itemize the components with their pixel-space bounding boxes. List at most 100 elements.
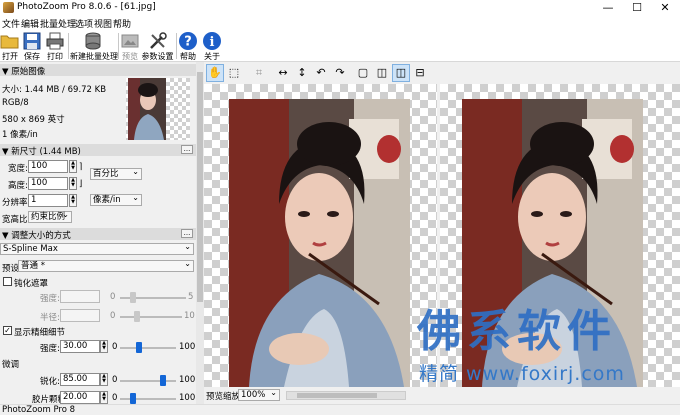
main-toolbar: 打开 保存 打印 新建批量处理 预览 参数设置 ? 帮助 i 关于	[0, 30, 680, 62]
menu-view[interactable]: 视图	[94, 17, 112, 30]
unsharp-strength-min: 0	[110, 292, 116, 302]
save-label: 保存	[24, 52, 40, 61]
film-grain-max: 100	[179, 393, 196, 403]
open-button[interactable]: 打开	[0, 30, 20, 62]
about-button[interactable]: i 关于	[202, 30, 222, 62]
preset-select[interactable]: 普通 *	[18, 259, 194, 272]
batch-stack-icon	[85, 32, 101, 50]
fine-detail-checkbox[interactable]: ✓	[3, 326, 12, 335]
unsharp-strength-input[interactable]	[60, 290, 100, 303]
film-grain-spinner[interactable]: ▲ ▼	[100, 391, 108, 404]
status-text: PhotoZoom Pro 8	[2, 405, 76, 415]
resolution-unit-select[interactable]: 像素/in	[90, 193, 142, 206]
stacked-view-icon[interactable]: ⊟	[411, 64, 429, 82]
sharpen-label: 锐化:	[40, 377, 60, 387]
parameters-button[interactable]: 参数设置	[141, 30, 174, 62]
preview-label: 预览	[122, 52, 138, 61]
print-button[interactable]: 打印	[44, 30, 66, 62]
horizontal-scrollbar-thumb[interactable]	[297, 393, 377, 398]
original-image-header[interactable]: ▼ 原始图像	[0, 64, 196, 77]
svg-text:?: ?	[184, 35, 192, 50]
side-by-side-icon[interactable]: ◫	[392, 64, 410, 82]
sharpen-knob[interactable]	[160, 375, 166, 386]
crop-tool-icon[interactable]: ⌗	[250, 64, 268, 82]
size-unit-select[interactable]: 百分比	[90, 167, 142, 180]
preview-button[interactable]: 预览	[120, 30, 140, 62]
hand-tool-icon[interactable]: ✋	[206, 64, 224, 82]
menu-file[interactable]: 文件	[2, 17, 20, 30]
rotate-right-icon[interactable]: ↷	[331, 64, 349, 82]
window-title: PhotoZoom Pro 8.0.6 - [61.jpg]	[17, 2, 156, 12]
unsharp-radius-knob[interactable]	[134, 311, 140, 322]
original-dimensions: 580 x 869 英寸	[2, 115, 65, 125]
folder-icon	[0, 35, 19, 49]
menu-options[interactable]: 选项	[75, 17, 93, 30]
fine-strength-label: 强度:	[40, 344, 60, 354]
sharpen-spinner[interactable]: ▲ ▼	[100, 373, 108, 386]
unsharp-strength-knob[interactable]	[130, 292, 136, 303]
flip-horizontal-icon[interactable]: ↔	[274, 64, 292, 82]
resolution-input[interactable]: 1	[28, 194, 68, 207]
fine-strength-input[interactable]: 30.00	[60, 340, 100, 353]
film-grain-slider[interactable]	[120, 398, 176, 400]
menu-batch[interactable]: 批量处理	[40, 17, 76, 30]
flip-vertical-icon[interactable]: ↕	[293, 64, 311, 82]
aspect-select[interactable]: 约束比例	[28, 210, 72, 223]
resize-method-header[interactable]: ▼ 调整大小的方式 ...	[0, 228, 196, 241]
fine-strength-slider[interactable]	[120, 347, 176, 349]
unsharp-mask-checkbox[interactable]	[3, 277, 12, 286]
fine-strength-spinner[interactable]: ▲ ▼	[100, 340, 108, 353]
original-preview-pane[interactable]	[204, 84, 437, 387]
unsharp-radius-label: 半径:	[40, 313, 60, 323]
help-label: 帮助	[180, 52, 196, 61]
settings-scrollbar[interactable]	[196, 62, 204, 404]
scrollbar-thumb[interactable]	[197, 72, 203, 302]
original-mode: RGB/8	[2, 98, 29, 108]
film-grain-knob[interactable]	[130, 393, 136, 404]
zoom-bar: 预览缩放: 100%	[204, 387, 680, 404]
height-spinner[interactable]: ▲ ▼	[69, 177, 77, 190]
unsharp-radius-slider[interactable]	[120, 316, 182, 318]
width-input[interactable]: 100	[28, 160, 68, 173]
width-spinner[interactable]: ▲ ▼	[69, 160, 77, 173]
menu-edit[interactable]: 编辑	[21, 17, 39, 30]
original-preview-photo	[229, 99, 410, 387]
parameters-label: 参数设置	[141, 52, 174, 61]
close-button[interactable]: ✕	[650, 0, 680, 16]
film-grain-input[interactable]: 20.00	[60, 391, 100, 404]
sharpen-slider[interactable]	[120, 380, 176, 382]
minimize-button[interactable]: —	[593, 0, 623, 16]
new-batch-label: 新建批量处理	[70, 52, 118, 61]
marquee-tool-icon[interactable]: ⬚	[225, 64, 243, 82]
unsharp-radius-input[interactable]	[60, 309, 100, 322]
help-button[interactable]: ? 帮助	[178, 30, 198, 62]
toolbar-separator	[118, 33, 119, 59]
new-batch-button[interactable]: 新建批量处理	[70, 30, 118, 62]
rotate-left-icon[interactable]: ↶	[312, 64, 330, 82]
view-toolbar: ✋ ⬚ ⌗ ↔ ↕ ↶ ↷ ▢ ◫ ◫ ⊟	[204, 62, 680, 84]
settings-panel: ▼ 原始图像 大小: 1.44 MB / 69.72 KB RGB/8 580 …	[0, 62, 196, 404]
save-button[interactable]: 保存	[21, 30, 43, 62]
unsharp-mask-label: 钝化遮罩	[14, 279, 49, 289]
menu-help[interactable]: 帮助	[113, 17, 131, 30]
algorithm-select[interactable]: S-Spline Max	[0, 242, 194, 255]
height-label: 高度:	[8, 181, 28, 191]
new-size-header[interactable]: ▼ 新尺寸 (1.44 MB) ...	[0, 144, 196, 157]
resolution-spinner[interactable]: ▲ ▼	[69, 194, 77, 207]
split-view-icon[interactable]: ◫	[373, 64, 391, 82]
sharpen-input[interactable]: 85.00	[60, 373, 100, 386]
unsharp-radius-max: 10	[184, 311, 195, 321]
toolbar-separator	[68, 33, 69, 59]
single-view-icon[interactable]: ▢	[354, 64, 372, 82]
film-grain-min: 0	[112, 393, 118, 403]
title-bar: PhotoZoom Pro 8.0.6 - [61.jpg] — ☐ ✕	[0, 0, 680, 16]
resize-method-more-button[interactable]: ...	[181, 229, 193, 238]
new-size-more-button[interactable]: ...	[181, 145, 193, 154]
horizontal-scrollbar[interactable]	[286, 391, 406, 400]
height-input[interactable]: 100	[28, 177, 68, 190]
maximize-button[interactable]: ☐	[622, 0, 652, 16]
micro-adjust-label: 微调	[2, 360, 20, 370]
zoom-select[interactable]: 100%	[238, 388, 280, 401]
fine-strength-knob[interactable]	[136, 342, 142, 353]
link-bracket-icon: ⌋	[79, 179, 83, 189]
